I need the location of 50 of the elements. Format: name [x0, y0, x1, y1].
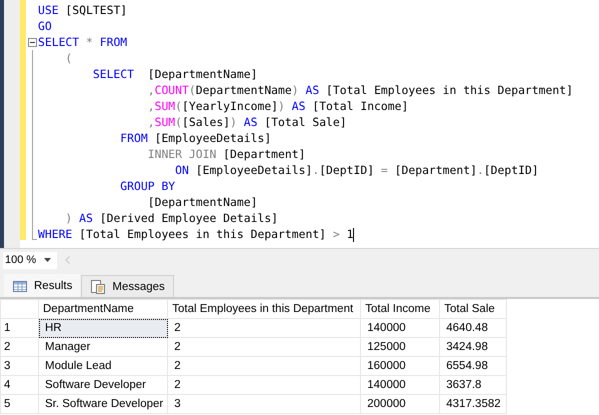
code-line: INNER JOIN [Department]: [146, 146, 306, 162]
code-line: ,SUM([YearlyIncome]) AS [Total Income]: [146, 98, 410, 114]
table-cell[interactable]: Module Lead: [38, 356, 168, 376]
collapse-icon[interactable]: [28, 38, 37, 47]
table-cell[interactable]: 3637.8: [440, 376, 507, 394]
table-cell[interactable]: 2: [168, 356, 361, 376]
code-line: ,SUM([Sales]) AS [Total Sale]: [146, 114, 348, 130]
row-number[interactable]: 4: [0, 376, 38, 394]
code-line: FROM [EmployeeDetails]: [119, 130, 272, 146]
code-line: WHERE [Total Employees in this Department] > 1: [38, 226, 356, 242]
table-cell[interactable]: 140000: [360, 376, 440, 394]
table-cell[interactable]: 4317.3582: [440, 394, 507, 414]
code-line: SELECT [DepartmentName]: [92, 66, 258, 82]
document-icon: [90, 280, 106, 294]
table-cell[interactable]: 3424.98: [440, 338, 507, 356]
table-cell[interactable]: Manager: [38, 338, 168, 356]
code-line: ON [EmployeeDetails].[DeptID] = [Department].[DeptID]: [174, 162, 540, 178]
table-cell[interactable]: HR: [38, 318, 168, 338]
table-cell[interactable]: Sr. Software Developer: [38, 394, 168, 414]
table-cell[interactable]: 2: [168, 338, 361, 356]
table-cell[interactable]: 200000: [360, 394, 440, 414]
code-line: GROUP BY: [119, 178, 176, 194]
table-cell[interactable]: 6554.98: [440, 356, 507, 376]
column-header[interactable]: Total Income: [360, 300, 440, 318]
table-cell[interactable]: 3: [168, 394, 361, 414]
column-header[interactable]: Total Employees in this Department: [168, 300, 361, 318]
code-line: [DepartmentName]: [146, 194, 258, 210]
table-cell[interactable]: 160000: [360, 356, 440, 376]
table-cell[interactable]: 140000: [360, 318, 440, 338]
code-line: (: [64, 50, 74, 66]
column-header[interactable]: DepartmentName: [38, 300, 168, 318]
grid-icon: [12, 278, 28, 292]
row-number[interactable]: 2: [0, 338, 38, 356]
code-line: GO: [38, 18, 53, 34]
column-header[interactable]: Total Sale: [440, 300, 507, 318]
row-number[interactable]: 3: [0, 356, 38, 376]
code-line: ) AS [Derived Employee Details]: [64, 210, 280, 226]
table-cell[interactable]: 4640.48: [440, 318, 507, 338]
table-cell[interactable]: 125000: [360, 338, 440, 356]
table-cell[interactable]: 2: [168, 318, 361, 338]
code-line: USE [SQLTEST]: [38, 2, 128, 18]
caret-icon[interactable]: [44, 258, 51, 262]
results-tab[interactable]: Results: [3, 273, 82, 297]
zoom-dropdown[interactable]: 100 %: [3, 252, 57, 268]
results-tab[interactable]: Messages: [81, 275, 174, 297]
table-cell[interactable]: 2: [168, 376, 361, 394]
code-line: ,COUNT(DepartmentName) AS [Total Employees in this Department]: [146, 82, 573, 98]
code-line: SELECT * FROM: [38, 34, 128, 50]
table-cell[interactable]: Software Developer: [38, 376, 168, 394]
row-number[interactable]: 5: [0, 394, 38, 414]
